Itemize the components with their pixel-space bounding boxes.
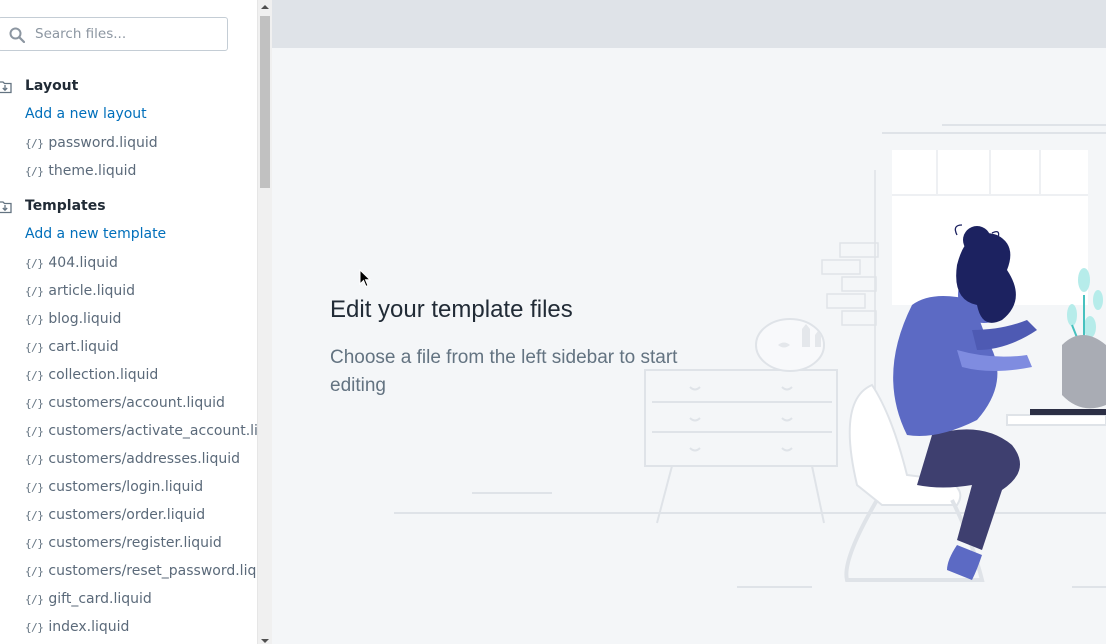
code-file-icon: {/}: [25, 256, 44, 270]
file-name: customers/activate_account.liquid: [48, 423, 257, 439]
code-file-icon: {/}: [25, 508, 44, 522]
editor-main: Edit your template files Choose a file f…: [272, 0, 1106, 644]
file-item[interactable]: {/} customers/activate_account.liquid: [25, 421, 257, 441]
file-item[interactable]: {/} password.liquid: [25, 133, 158, 153]
editor-tab-bar: [272, 0, 1106, 48]
file-name: customers/addresses.liquid: [48, 451, 240, 467]
folder-download-icon: [0, 201, 12, 214]
file-item[interactable]: {/} article.liquid: [25, 281, 135, 301]
code-file-icon: {/}: [25, 564, 44, 578]
code-file-icon: {/}: [25, 424, 44, 438]
code-file-icon: {/}: [25, 340, 44, 354]
file-name: blog.liquid: [48, 311, 122, 327]
file-sidebar: Layout Add a new layout {/} password.liqu…: [0, 0, 257, 644]
file-name: gift_card.liquid: [48, 591, 152, 607]
file-item[interactable]: {/} customers/login.liquid: [25, 477, 203, 497]
code-file-icon: {/}: [25, 620, 44, 634]
file-item[interactable]: {/} theme.liquid: [25, 161, 136, 181]
section-title-layout: Layout: [25, 78, 79, 94]
file-name: index.liquid: [48, 619, 130, 635]
code-file-icon: {/}: [25, 592, 44, 606]
empty-state-description: Choose a file from the left sidebar to s…: [330, 347, 678, 396]
code-file-icon: {/}: [25, 396, 44, 410]
file-name: customers/account.liquid: [48, 395, 225, 411]
file-item[interactable]: {/} index.liquid: [25, 617, 129, 637]
scroll-down-arrow-icon[interactable]: [261, 638, 269, 644]
search-box[interactable]: [0, 17, 228, 51]
add-layout-link[interactable]: Add a new layout: [25, 106, 147, 122]
search-icon: [9, 27, 25, 43]
code-file-icon: {/}: [25, 536, 44, 550]
scroll-thumb[interactable]: [260, 16, 270, 188]
sidebar-scrollbar[interactable]: [257, 0, 272, 644]
file-name: customers/order.liquid: [48, 507, 206, 523]
mouse-cursor-icon: [359, 269, 371, 288]
file-item[interactable]: {/} customers/reset_password.liquid: [25, 561, 257, 581]
file-name: theme.liquid: [48, 163, 137, 179]
file-name: 404.liquid: [48, 255, 118, 271]
code-file-icon: {/}: [25, 312, 44, 326]
file-name: customers/register.liquid: [48, 535, 222, 551]
file-item[interactable]: {/} blog.liquid: [25, 309, 121, 329]
file-name: customers/login.liquid: [48, 479, 204, 495]
file-item[interactable]: {/} customers/addresses.liquid: [25, 449, 240, 469]
file-item[interactable]: {/} customers/order.liquid: [25, 505, 205, 525]
code-file-icon: {/}: [25, 480, 44, 494]
scroll-up-arrow-icon[interactable]: [261, 4, 269, 10]
add-template-link[interactable]: Add a new template: [25, 226, 166, 242]
file-name: customers/reset_password.liquid: [48, 563, 257, 579]
file-item[interactable]: {/} collection.liquid: [25, 365, 158, 385]
file-name: cart.liquid: [48, 339, 119, 355]
file-name: password.liquid: [48, 135, 158, 151]
file-item[interactable]: {/} customers/register.liquid: [25, 533, 222, 553]
file-item[interactable]: {/} cart.liquid: [25, 337, 119, 357]
code-file-icon: {/}: [25, 368, 44, 382]
file-name: collection.liquid: [48, 367, 159, 383]
code-file-icon: {/}: [25, 136, 44, 150]
file-item[interactable]: {/} customers/account.liquid: [25, 393, 225, 413]
code-file-icon: {/}: [25, 284, 44, 298]
search-input[interactable]: [35, 18, 220, 50]
code-file-icon: {/}: [25, 164, 44, 178]
file-name: article.liquid: [48, 283, 136, 299]
code-file-icon: {/}: [25, 452, 44, 466]
section-title-templates: Templates: [25, 198, 106, 214]
folder-download-icon: [0, 81, 12, 94]
empty-state-title: Edit your template files: [330, 296, 573, 323]
file-item[interactable]: {/} gift_card.liquid: [25, 589, 152, 609]
file-item[interactable]: {/} 404.liquid: [25, 253, 118, 273]
